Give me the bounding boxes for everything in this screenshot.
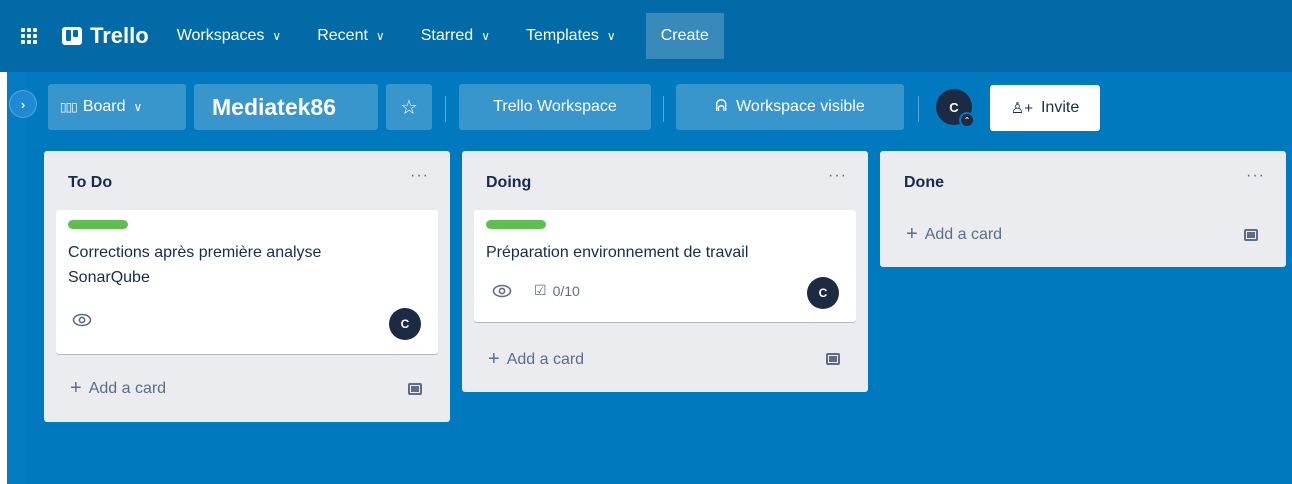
card-label-green[interactable] [486,220,546,229]
list-menu-button[interactable]: ··· [1246,167,1265,185]
card-label-green[interactable] [68,220,128,229]
watching-eye-icon [492,284,512,298]
chevron-down-icon: ∨ [606,29,616,43]
create-from-template-icon[interactable] [826,353,840,365]
add-card-label: Add a card [924,225,1003,243]
list-done: Done ··· + Add a card [880,151,1286,267]
star-board-button[interactable]: ☆ [386,84,432,130]
list-title[interactable]: Done [904,174,944,192]
header-divider [663,96,664,122]
visibility-label: Workspace visible [736,98,865,115]
card-title-line: SonarQube [68,269,150,286]
visibility-button[interactable]: ᕱ Workspace visible [676,84,904,130]
add-card-button[interactable]: + Add a card [70,377,166,400]
card[interactable]: Préparation environnement de travail ☑ 0… [474,210,856,322]
card[interactable]: Corrections après première analyse Sonar… [56,210,438,354]
nav-workspaces-label: Workspaces [176,27,265,44]
board-icon: ▯▯▯ [60,100,78,114]
nav-starred-label: Starred [420,27,474,44]
checklist-count: 0/10 [552,282,580,299]
add-card-button[interactable]: + Add a card [906,223,1002,246]
trello-logo-text: Trello [90,23,149,48]
invite-label: Invite [1040,99,1080,116]
plus-icon: + [906,223,918,245]
list-todo: To Do ··· Corrections après première ana… [44,151,450,422]
nav-workspaces[interactable]: Workspaces ∨ [177,27,282,45]
avatar-initial: C [949,99,959,115]
chevron-down-icon: ∨ [133,100,143,114]
people-icon: ᕱ [715,98,728,115]
header-divider [918,96,919,122]
card-title: Préparation environnement de travail [486,240,748,265]
nav-recent[interactable]: Recent ∨ [317,27,385,45]
top-navigation-bar: Trello Workspaces ∨ Recent ∨ Starred ∨ T… [0,0,1292,72]
card-title-line: Préparation environnement de travail [486,244,749,261]
plus-icon: + [488,348,500,370]
nav-templates[interactable]: Templates ∨ [526,27,616,45]
page-edge [0,72,7,484]
list-menu-button[interactable]: ··· [410,167,429,185]
card-title: Corrections après première analyse Sonar… [68,240,321,290]
checklist-icon: ☑ [534,282,547,298]
board-view-switcher[interactable]: ▯▯▯ Board ∨ [48,84,186,130]
create-from-template-icon[interactable] [1244,229,1258,241]
list-title[interactable]: To Do [68,174,112,192]
trello-logo[interactable]: Trello [62,23,149,49]
star-icon: ☆ [400,96,418,119]
member-avatar[interactable]: C ⌃ [936,89,975,128]
create-button[interactable]: Create [645,13,724,59]
add-card-label: Add a card [88,379,167,397]
add-card-label: Add a card [506,350,585,368]
header-divider [445,96,446,122]
card-title-line: Corrections après première analyse [68,244,322,261]
plus-icon: + [70,377,82,399]
expand-sidebar-button[interactable]: › [9,90,37,118]
add-person-icon: ♙+ [1010,100,1033,117]
watching-eye-icon [72,313,92,327]
nav-recent-label: Recent [317,27,368,44]
chevron-down-icon: ∨ [272,29,282,43]
list-title[interactable]: Doing [486,174,531,192]
invite-button[interactable]: ♙+ Invite [990,85,1100,131]
app-switcher-icon[interactable] [18,25,40,47]
board-view-label: Board [82,98,126,115]
checklist-badge: ☑ 0/10 [534,282,580,299]
admin-badge-icon: ⌃ [959,112,975,128]
list-menu-button[interactable]: ··· [828,167,847,185]
chevron-down-icon: ∨ [375,29,385,43]
trello-logo-icon [62,27,82,45]
card-member-avatar[interactable]: C [389,308,421,340]
trello-app: Trello Workspaces ∨ Recent ∨ Starred ∨ T… [0,0,1292,484]
board-title[interactable]: Mediatek86 [194,84,378,130]
add-card-button[interactable]: + Add a card [488,348,584,371]
nav-templates-label: Templates [525,27,599,44]
chevron-right-icon: › [20,96,26,112]
chevron-down-icon: ∨ [481,29,490,43]
nav-starred[interactable]: Starred ∨ [421,27,490,45]
collapsed-sidebar [7,72,27,484]
workspace-button[interactable]: Trello Workspace [459,84,651,130]
list-doing: Doing ··· Préparation environnement de t… [462,151,868,392]
card-member-avatar[interactable]: C [807,277,839,309]
create-from-template-icon[interactable] [408,383,422,395]
